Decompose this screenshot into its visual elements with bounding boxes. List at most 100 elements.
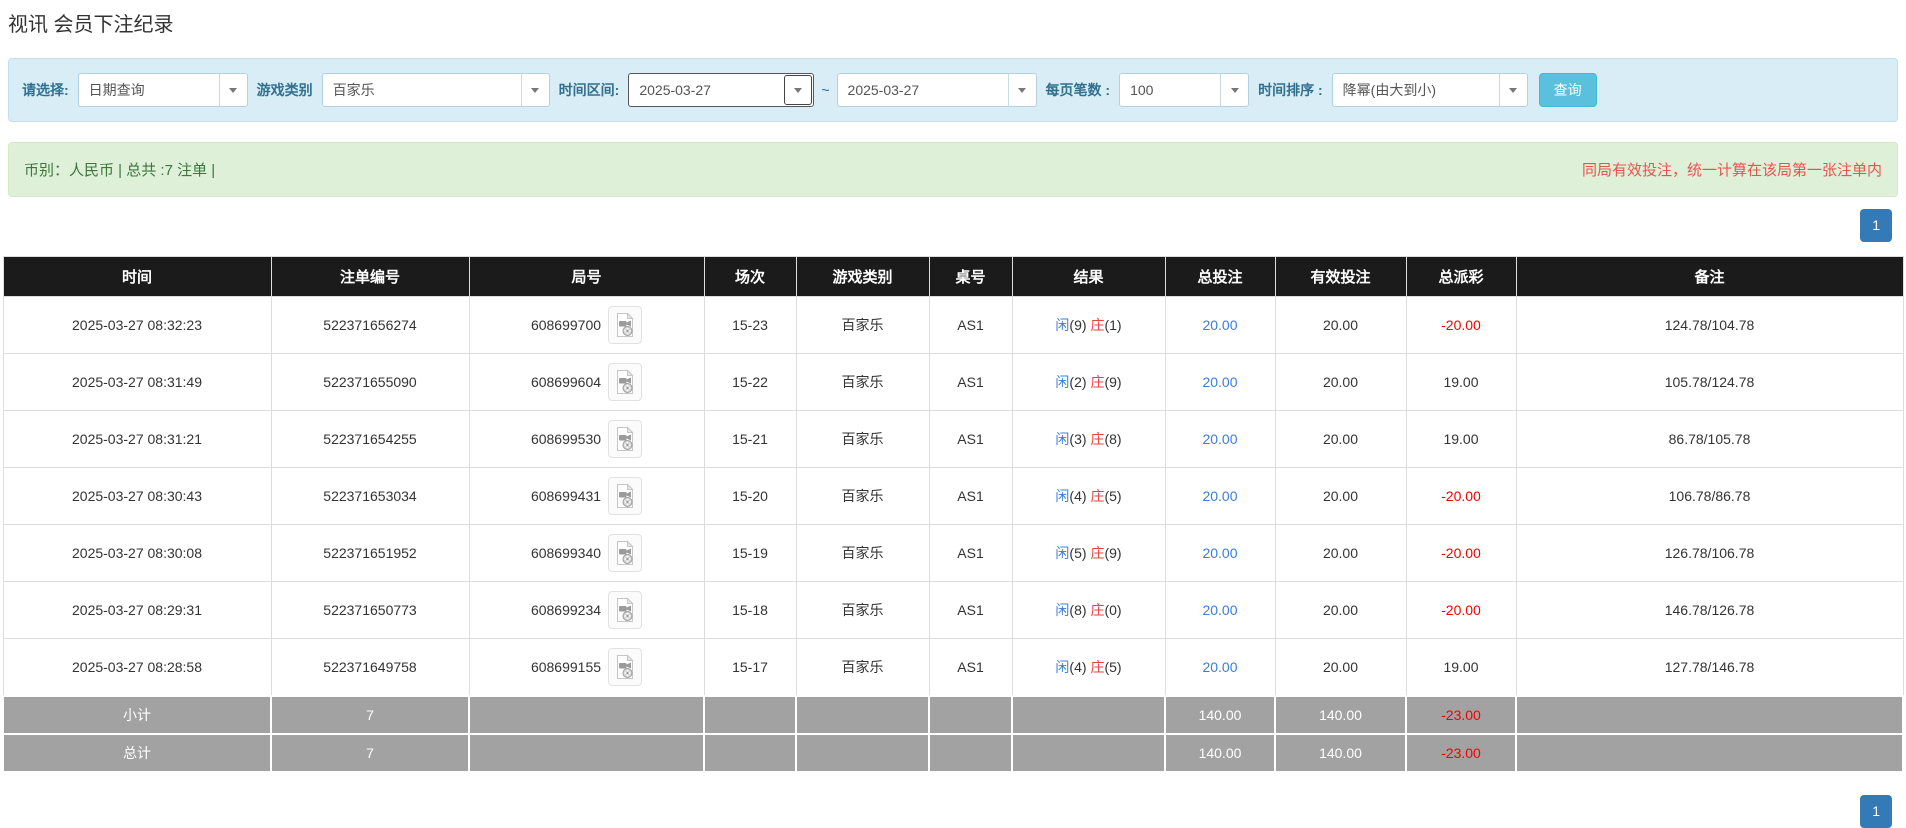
- cell-game-type: 百家乐: [795, 353, 930, 411]
- col-header-payout: 总派彩: [1405, 256, 1517, 297]
- empty-cell: [928, 695, 1013, 735]
- pagination-top: 1: [0, 209, 1906, 242]
- subtotal-payout: -23.00: [1405, 695, 1517, 735]
- page-title: 视讯 会员下注纪录: [8, 14, 174, 36]
- player-result-label: 闲: [1055, 545, 1070, 561]
- banker-result-label: 庄: [1090, 317, 1105, 333]
- col-header-result: 结果: [1011, 256, 1166, 297]
- video-file-icon: [617, 483, 634, 508]
- total-bet-link[interactable]: 20.00: [1202, 659, 1237, 675]
- time-sort-value: 降幂(由大到小): [1342, 82, 1436, 98]
- cell-total-bet: 20.00: [1164, 296, 1276, 354]
- round-number: 608699431: [530, 488, 602, 504]
- round-number: 608699604: [530, 374, 602, 390]
- player-result-label: 闲: [1055, 602, 1070, 618]
- query-type-label: 请选择:: [22, 82, 69, 98]
- subtotal-row: 小计 7 140.00 140.00 -23.00: [2, 695, 1904, 735]
- caret-down-icon[interactable]: [520, 74, 549, 106]
- caret-shape: [1509, 87, 1518, 93]
- cell-valid-bet: 20.00: [1274, 410, 1407, 468]
- caret-down-icon[interactable]: [218, 74, 247, 106]
- col-header-round: 局号: [468, 256, 705, 297]
- banker-result-score: (8): [1104, 431, 1122, 447]
- table-body: 2025-03-27 08:32:23 522371656274 6086997…: [2, 296, 1904, 697]
- date-from-select[interactable]: 2025-03-27: [628, 73, 815, 107]
- cell-table: AS1: [928, 410, 1013, 468]
- cell-bet-id: 522371654255: [270, 410, 470, 468]
- cell-remark: 105.78/124.78: [1515, 353, 1904, 411]
- cell-remark: 146.78/126.78: [1515, 581, 1904, 639]
- cell-total-bet: 20.00: [1164, 581, 1276, 639]
- date-to-select[interactable]: 2025-03-27: [836, 73, 1037, 107]
- search-button[interactable]: 查询: [1538, 73, 1597, 107]
- cell-remark: 86.78/105.78: [1515, 410, 1904, 468]
- cell-valid-bet: 20.00: [1274, 467, 1407, 525]
- total-bet-link[interactable]: 20.00: [1202, 317, 1237, 333]
- video-replay-button[interactable]: [608, 306, 643, 344]
- table-row: 2025-03-27 08:29:31 522371650773 6086992…: [2, 581, 1904, 639]
- cell-payout: 19.00: [1405, 353, 1517, 411]
- video-file-icon: [617, 369, 634, 394]
- cell-time: 2025-03-27 08:28:58: [2, 638, 272, 697]
- date-from-value: 2025-03-27: [639, 82, 711, 98]
- banker-result-label: 庄: [1090, 659, 1105, 675]
- total-bet-link[interactable]: 20.00: [1202, 545, 1237, 561]
- caret-down-icon[interactable]: [784, 75, 813, 105]
- video-replay-button[interactable]: [608, 477, 643, 515]
- cell-result: 闲(8) 庄(0): [1011, 581, 1166, 639]
- cell-result: 闲(3) 庄(8): [1011, 410, 1166, 468]
- query-type-select[interactable]: 日期查询: [77, 73, 248, 107]
- subtotal-total-bet: 140.00: [1164, 695, 1276, 735]
- banker-result-label: 庄: [1090, 602, 1105, 618]
- cell-valid-bet: 20.00: [1274, 638, 1407, 697]
- video-replay-button[interactable]: [608, 363, 643, 401]
- video-file-icon: [617, 654, 634, 679]
- video-replay-button[interactable]: [608, 648, 643, 686]
- player-result-score: (4): [1069, 488, 1087, 504]
- cell-total-bet: 20.00: [1164, 467, 1276, 525]
- player-result-score: (4): [1069, 659, 1087, 675]
- total-bet-link[interactable]: 20.00: [1202, 431, 1237, 447]
- cell-time: 2025-03-27 08:29:31: [2, 581, 272, 639]
- cell-remark: 127.78/146.78: [1515, 638, 1904, 697]
- caret-down-icon[interactable]: [1220, 74, 1248, 106]
- cell-round: 608699604: [468, 353, 705, 411]
- banker-result-score: (9): [1104, 374, 1122, 390]
- page-1-button[interactable]: 1: [1860, 795, 1892, 828]
- cell-result: 闲(5) 庄(9): [1011, 524, 1166, 582]
- subtotal-label: 小计: [2, 695, 272, 735]
- page-1-button[interactable]: 1: [1860, 209, 1892, 242]
- col-header-time: 时间: [2, 256, 272, 297]
- banker-result-score: (9): [1104, 545, 1122, 561]
- cell-result: 闲(4) 庄(5): [1011, 467, 1166, 525]
- cell-round: 608699155: [468, 638, 705, 697]
- total-bet-link[interactable]: 20.00: [1202, 374, 1237, 390]
- caret-down-icon[interactable]: [1007, 74, 1036, 106]
- player-result-score: (8): [1069, 602, 1087, 618]
- page-size-select[interactable]: 100: [1119, 73, 1250, 107]
- video-replay-button[interactable]: [608, 591, 643, 629]
- total-bet-link[interactable]: 20.00: [1202, 488, 1237, 504]
- caret-down-icon[interactable]: [1498, 74, 1527, 106]
- caret-shape: [1230, 87, 1239, 93]
- empty-cell: [1515, 733, 1904, 773]
- player-result-label: 闲: [1055, 374, 1070, 390]
- round-number: 608699530: [530, 431, 602, 447]
- cell-session: 15-21: [703, 410, 797, 468]
- cell-bet-id: 522371649758: [270, 638, 470, 697]
- cell-total-bet: 20.00: [1164, 353, 1276, 411]
- cell-valid-bet: 20.00: [1274, 353, 1407, 411]
- total-bet-link[interactable]: 20.00: [1202, 602, 1237, 618]
- time-sort-select[interactable]: 降幂(由大到小): [1331, 73, 1528, 107]
- time-sort-label: 时间排序 :: [1258, 82, 1323, 98]
- empty-cell: [795, 733, 930, 773]
- video-replay-button[interactable]: [608, 534, 643, 572]
- banker-result-label: 庄: [1090, 431, 1105, 447]
- cell-round: 608699431: [468, 467, 705, 525]
- game-type-select[interactable]: 百家乐: [321, 73, 550, 107]
- video-replay-button[interactable]: [608, 420, 643, 458]
- col-header-table: 桌号: [928, 256, 1013, 297]
- query-type-value: 日期查询: [88, 82, 145, 98]
- total-row: 总计 7 140.00 140.00 -23.00: [2, 733, 1904, 773]
- cell-total-bet: 20.00: [1164, 410, 1276, 468]
